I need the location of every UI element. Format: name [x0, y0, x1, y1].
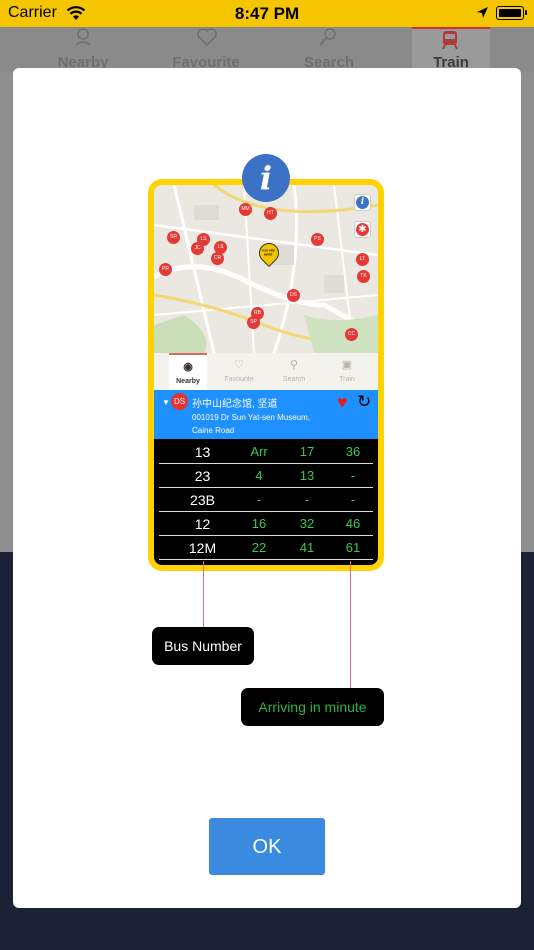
map-marker[interactable]: MM	[239, 203, 252, 216]
table-row[interactable]: 13 Arr 17 36	[159, 440, 373, 464]
map-marker[interactable]: DS	[287, 289, 300, 302]
bus-number-pointer	[203, 561, 204, 628]
eta-value: 16	[251, 516, 267, 531]
tab-label: Search	[282, 376, 306, 383]
map-marker[interactable]: CR	[211, 252, 224, 265]
preview-tab-search[interactable]: ⚲ Search	[266, 353, 322, 390]
tab-favourite[interactable]: Favourite	[139, 27, 273, 72]
bus-number-callout: Bus Number	[152, 627, 254, 665]
eta-value: -	[256, 492, 262, 507]
map-marker[interactable]: TK	[357, 270, 370, 283]
info-icon: i	[356, 196, 369, 209]
eta-value: -	[350, 468, 356, 483]
location-arrow-icon	[476, 6, 489, 24]
ambulance-map-icon[interactable]: ✱	[354, 221, 371, 238]
eta-value: 61	[345, 540, 361, 555]
battery-icon	[496, 6, 527, 20]
preview-tab-favourite[interactable]: ♡ Favourite	[211, 353, 267, 390]
background-tab-bar: Nearby Favourite Search Train	[0, 27, 534, 72]
app-preview-screen: MM HT SR LS JC LS CR PR PS LT TK DS RB S…	[154, 185, 378, 565]
bus-number: 12	[194, 516, 211, 532]
arriving-pointer	[350, 561, 351, 688]
location-pin-icon: ◉	[183, 361, 193, 373]
eta-value: 36	[345, 444, 361, 459]
favourite-heart-icon[interactable]: ♥	[337, 393, 348, 411]
eta-value: -	[350, 492, 356, 507]
stop-name: 孙中山纪念馆, 坚道	[192, 399, 278, 410]
refresh-icon[interactable]: ↻	[357, 393, 371, 411]
eta-value: 32	[299, 516, 315, 531]
table-row[interactable]: 23 4 13 -	[159, 464, 373, 488]
tab-label: Favourite	[224, 376, 254, 383]
eta-value: Arr	[250, 444, 268, 459]
status-bar: Carrier 8:47 PM	[0, 0, 534, 27]
tab-search[interactable]: Search	[262, 27, 396, 72]
stop-address-line: 001019 Dr Sun Yat-sen Museum,	[192, 413, 310, 422]
bus-number: 23B	[190, 492, 215, 508]
arriving-callout: Arriving in minute	[241, 688, 384, 726]
table-row[interactable]: 12M 22 41 61	[159, 536, 373, 560]
tab-label: Train	[339, 376, 355, 383]
train-icon	[442, 31, 458, 50]
map-marker[interactable]: SP	[247, 316, 260, 329]
location-pin-icon	[75, 28, 91, 46]
map-marker[interactable]: PR	[159, 263, 172, 276]
help-modal: MM HT SR LS JC LS CR PR PS LT TK DS RB S…	[13, 68, 521, 908]
preview-tab-train[interactable]: ▣ Train	[319, 353, 375, 390]
train-icon: ▣	[341, 359, 353, 371]
eta-value: -	[304, 492, 310, 507]
map-marker[interactable]: PS	[311, 233, 324, 246]
eta-table: 13 Arr 17 36 23 4 13 - 23B - - - 12 16 3…	[154, 439, 378, 565]
table-row[interactable]: 23B - - -	[159, 488, 373, 512]
map-marker[interactable]: JC	[191, 242, 204, 255]
eta-value: 22	[251, 540, 267, 555]
map-preview: MM HT SR LS JC LS CR PR PS LT TK DS RB S…	[154, 185, 378, 353]
heart-icon: ♡	[234, 359, 244, 371]
ok-button[interactable]: OK	[209, 818, 325, 875]
stop-address-line: Caine Road	[192, 426, 235, 435]
eta-value: 13	[299, 468, 315, 483]
bus-number: 12M	[188, 540, 217, 556]
preview-tab-bar: ◉ Nearby ♡ Favourite ⚲ Search ▣ Train	[154, 353, 378, 390]
info-icon: i	[242, 154, 290, 202]
eta-value: 4	[255, 468, 263, 483]
heart-icon	[197, 28, 217, 47]
clock: 8:47 PM	[234, 4, 300, 23]
map-marker[interactable]: CC	[345, 328, 358, 341]
tab-nearby[interactable]: Nearby	[16, 27, 150, 72]
map-marker[interactable]: HT	[264, 207, 277, 220]
search-icon: ⚲	[289, 359, 299, 371]
table-row[interactable]: 12 16 32 46	[159, 512, 373, 536]
app-preview-frame: MM HT SR LS JC LS CR PR PS LT TK DS RB S…	[148, 179, 384, 571]
tab-train[interactable]: Train	[412, 27, 490, 72]
stop-code-badge: DS	[171, 393, 188, 410]
caret-down-icon: ▼	[162, 398, 170, 407]
stop-address: 001019 Dr Sun Yat-sen Museum, Caine Road	[192, 411, 322, 437]
eta-value: 17	[299, 444, 315, 459]
bus-number: 23	[194, 468, 211, 484]
info-map-icon[interactable]: i	[354, 194, 371, 211]
eta-value: 46	[345, 516, 361, 531]
search-icon	[319, 28, 336, 46]
map-marker[interactable]: SR	[167, 231, 180, 244]
eta-value: 41	[299, 540, 315, 555]
current-location-label: YOU ARE HERE	[261, 248, 276, 257]
map-marker[interactable]: LT	[356, 253, 369, 266]
tab-label: Nearby	[176, 378, 200, 385]
bus-number: 13	[194, 444, 211, 460]
emergency-icon: ✱	[356, 223, 369, 236]
stop-header[interactable]: ▼ DS 孙中山纪念馆, 坚道 001019 Dr Sun Yat-sen Mu…	[154, 390, 378, 439]
preview-tab-nearby[interactable]: ◉ Nearby	[169, 353, 207, 390]
